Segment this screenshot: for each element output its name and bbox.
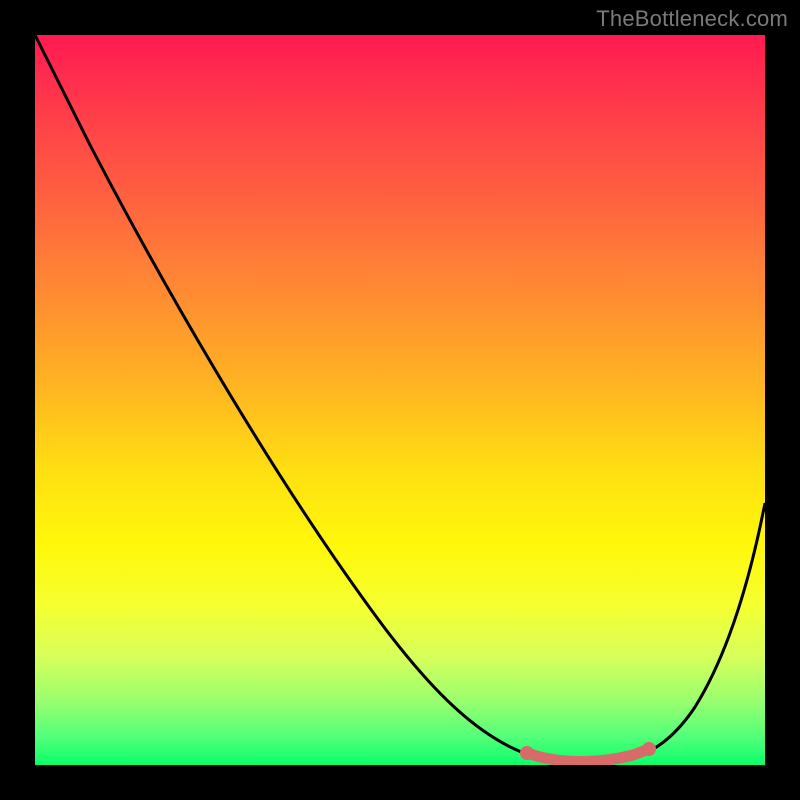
highlight-dot-right: [642, 742, 656, 756]
chart-frame: TheBottleneck.com: [0, 0, 800, 800]
highlight-dot-left: [520, 746, 534, 760]
watermark-text: TheBottleneck.com: [596, 6, 788, 32]
bottleneck-curve-path: [35, 35, 765, 763]
bottleneck-curve-svg: [35, 35, 765, 765]
highlight-band: [527, 749, 649, 762]
plot-area: [35, 35, 765, 765]
